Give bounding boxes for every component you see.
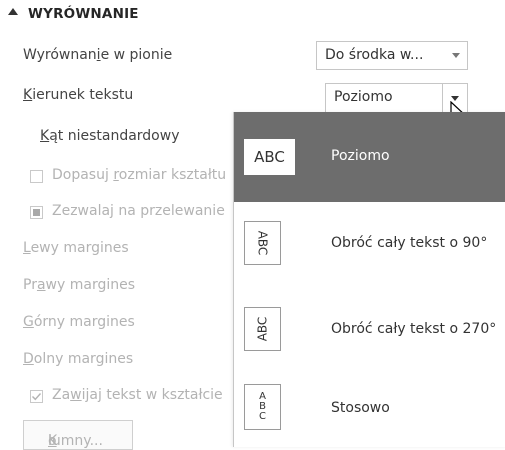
collapse-triangle-icon[interactable] — [8, 8, 18, 15]
text-direction-value: Poziomo — [334, 89, 393, 105]
vertical-align-select[interactable]: Do środka w... — [316, 41, 468, 70]
option-label: Stosowo — [331, 400, 390, 416]
option-label: Obróć cały tekst o 270° — [331, 321, 497, 337]
allow-overflow-checkbox[interactable] — [30, 206, 43, 219]
wrap-text-checkbox[interactable] — [30, 390, 43, 403]
indeterminate-mark-icon — [33, 209, 40, 216]
option-label: Obróć cały tekst o 90° — [331, 235, 488, 251]
checkmark-icon — [32, 393, 42, 401]
chevron-down-icon — [451, 95, 459, 101]
dropdown-arrow-button[interactable] — [445, 42, 467, 69]
dropdown-option-rotate-90[interactable]: ABC Obróć cały tekst o 90° — [234, 202, 505, 287]
autofit-checkbox[interactable] — [30, 170, 43, 183]
dropdown-option-horizontal[interactable]: ABC Poziomo — [234, 112, 505, 202]
chevron-down-icon — [452, 53, 460, 58]
rotate-90-text-icon: ABC — [244, 221, 281, 265]
vertical-align-value: Do środka w... — [325, 47, 424, 63]
custom-angle-label: Kąt niestandardowy — [40, 128, 180, 144]
horizontal-text-icon: ABC — [244, 139, 295, 175]
autofit-label: Dopasuj rozmiar kształtu — [52, 167, 227, 183]
columns-button[interactable]: Ko lumny... — [23, 420, 133, 450]
vertical-align-label: Wyrównanie w pionie — [23, 47, 173, 63]
top-margin-label: Górny margines — [23, 314, 135, 330]
left-margin-label: Lewy margines — [23, 240, 129, 256]
option-label: Poziomo — [331, 148, 390, 164]
wrap-text-label: Zawijaj tekst w kształcie — [52, 387, 223, 403]
rotate-270-text-icon: ABC — [244, 307, 281, 351]
stacked-text-icon: ABC — [244, 384, 281, 430]
section-header-alignment[interactable]: WYRÓWNANIE — [0, 0, 505, 32]
text-direction-dropdown[interactable]: ABC Poziomo ABC Obróć cały tekst o 90° A… — [233, 112, 505, 447]
allow-overflow-label: Zezwalaj na przelewanie — [52, 203, 225, 219]
dropdown-option-rotate-270[interactable]: ABC Obróć cały tekst o 270° — [234, 287, 505, 372]
right-margin-label: Prawy margines — [23, 277, 136, 293]
text-direction-select[interactable]: Poziomo — [325, 83, 468, 113]
bottom-margin-label: Dolny margines — [23, 351, 134, 367]
text-direction-label: Kierunek tekstu — [23, 87, 134, 103]
section-title: WYRÓWNANIE — [28, 6, 139, 22]
dropdown-option-stacked[interactable]: ABC Stosowo — [234, 372, 505, 447]
